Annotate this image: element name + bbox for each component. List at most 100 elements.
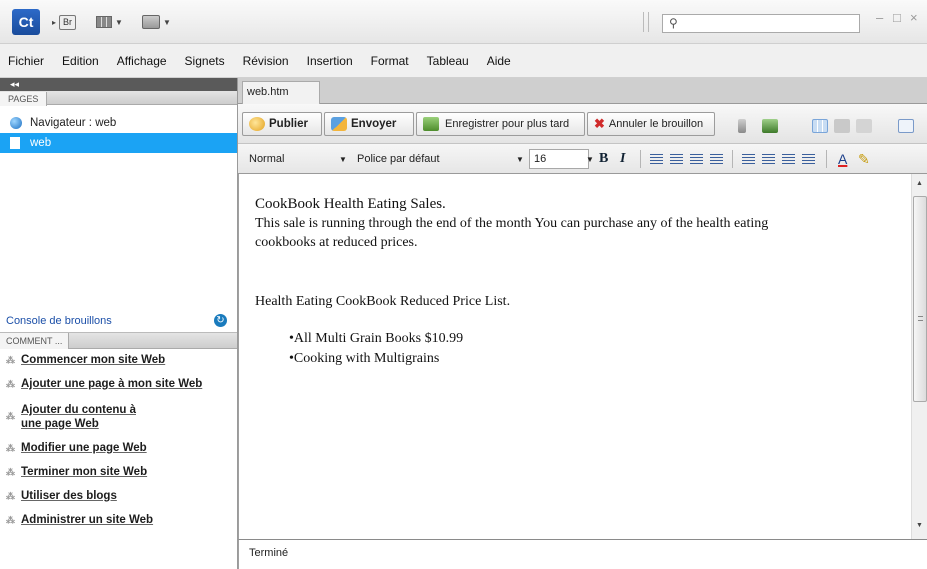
document-toolbar: Publier Envoyer Enregistrer pour plus ta… <box>238 104 927 144</box>
help-topic-modify-page[interactable]: ⁂ Modifier une page Web <box>0 441 237 465</box>
page-item-label: Navigateur : web <box>30 117 117 129</box>
pages-list: Navigateur : web web <box>0 105 237 309</box>
drafts-console-link[interactable]: Console de brouillons <box>6 315 112 327</box>
toolbar-separator <box>732 150 733 168</box>
page-item-label: web <box>30 137 52 149</box>
contribute-logo[interactable]: Ct <box>12 9 40 35</box>
chevron-down-icon: ▼ <box>163 17 171 27</box>
editor-area[interactable]: CookBook Health Eating Sales. This sale … <box>238 174 911 539</box>
link-icon: ⁂ <box>6 411 15 421</box>
search-icon: ⚲ <box>669 16 678 30</box>
scroll-up-icon[interactable]: ▲ <box>916 180 923 187</box>
maximize-button[interactable]: □ <box>893 10 901 25</box>
send-button[interactable]: Envoyer <box>324 112 414 136</box>
font-size-select[interactable]: 16 <box>529 149 589 169</box>
help-topic-finish-site[interactable]: ⁂ Terminer mon site Web <box>0 465 237 489</box>
list-item: •All Multi Grain Books $10.99 <box>289 331 464 346</box>
tab-comment[interactable]: COMMENT ... <box>0 333 70 349</box>
toolbar-separator <box>826 150 827 168</box>
globe-icon <box>10 117 22 129</box>
bridge-button[interactable]: ▸ Br <box>52 12 77 32</box>
menu-edition[interactable]: Edition <box>62 54 99 68</box>
menu-affichage[interactable]: Affichage <box>117 54 167 68</box>
menu-tableau[interactable]: Tableau <box>427 54 469 68</box>
save-for-later-button[interactable]: Enregistrer pour plus tard <box>416 112 585 136</box>
cancel-draft-button[interactable]: ✖ Annuler le brouillon <box>587 112 715 136</box>
help-topic-start-site[interactable]: ⁂ Commencer mon site Web <box>0 353 237 377</box>
link-icon: ⁂ <box>6 379 15 389</box>
link-tool-icon[interactable] <box>738 119 746 133</box>
indent-icon[interactable] <box>802 154 815 165</box>
align-right-icon[interactable] <box>690 154 703 165</box>
chevron-down-icon[interactable]: ▼ <box>339 151 347 169</box>
format-toolbar: Normal ▼ Police par défaut ▼ 16 ▼ B I A … <box>238 144 927 174</box>
toolbar-separator <box>640 150 641 168</box>
status-bar: Terminé <box>238 539 927 569</box>
help-topic-add-page[interactable]: ⁂ Ajouter une page à mon site Web <box>0 377 237 401</box>
screen-icon <box>142 15 160 29</box>
pages-panel-header: PAGES <box>0 91 237 106</box>
justify-icon[interactable] <box>710 154 723 165</box>
insert-image-icon[interactable] <box>762 119 778 133</box>
font-select[interactable]: Police par défaut <box>352 149 526 169</box>
screen-menu-button[interactable]: ▼ <box>142 12 171 32</box>
chevron-down-icon[interactable]: ▼ <box>516 151 524 169</box>
save-icon <box>423 117 439 131</box>
menu-insertion[interactable]: Insertion <box>307 54 353 68</box>
highlight-icon[interactable]: ✎ <box>858 150 870 168</box>
left-panel: ◂◂ PAGES Navigateur : web web Console de… <box>0 78 238 569</box>
menu-format[interactable]: Format <box>371 54 409 68</box>
spellcheck-icon[interactable] <box>898 119 914 133</box>
link-icon: ⁂ <box>6 491 15 501</box>
help-topic-blogs[interactable]: ⁂ Utiliser des blogs <box>0 489 237 513</box>
publish-button[interactable]: Publier <box>242 112 322 136</box>
grip-icon <box>918 316 923 321</box>
list-item: •Cooking with Multigrains <box>289 351 440 366</box>
search-input[interactable]: ⚲ <box>662 14 860 33</box>
link-icon: ⁂ <box>6 515 15 525</box>
help-topic-admin-site[interactable]: ⁂ Administrer un site Web <box>0 513 237 537</box>
scrollbar-thumb[interactable] <box>913 196 927 402</box>
title-bar: Ct ▸ Br ▼ ▼ ⚲ – □ × <box>0 0 927 44</box>
link-icon: ⁂ <box>6 443 15 453</box>
publish-icon <box>249 117 265 131</box>
layout-icon <box>96 16 112 28</box>
link-icon: ⁂ <box>6 467 15 477</box>
tab-pages[interactable]: PAGES <box>0 92 48 106</box>
insert-table-icon[interactable] <box>812 119 828 133</box>
send-icon <box>331 117 347 131</box>
style-select[interactable]: Normal <box>244 149 328 169</box>
editor-scrollbar[interactable]: ▲ ▼ <box>911 174 927 539</box>
menu-revision[interactable]: Révision <box>243 54 289 68</box>
align-center-icon[interactable] <box>670 154 683 165</box>
help-topic-add-content[interactable]: ⁂ Ajouter du contenu à une page Web <box>0 401 237 441</box>
menu-fichier[interactable]: Fichier <box>8 54 44 68</box>
content-heading: CookBook Health Eating Sales. <box>255 196 446 212</box>
refresh-icon[interactable]: ↻ <box>214 314 227 327</box>
align-left-icon[interactable] <box>650 154 663 165</box>
page-item-navigator[interactable]: Navigateur : web <box>0 113 237 133</box>
price-list-title: Health Eating CookBook Reduced Price Lis… <box>255 294 511 309</box>
outdent-icon[interactable] <box>782 154 795 165</box>
bold-button[interactable]: B <box>599 150 608 168</box>
scroll-down-icon[interactable]: ▼ <box>916 522 923 529</box>
layout-menu-button[interactable]: ▼ <box>96 12 123 32</box>
tab-web-htm[interactable]: web.htm <box>242 81 320 104</box>
menu-signets[interactable]: Signets <box>185 54 225 68</box>
collapse-panel-button[interactable]: ◂◂ <box>0 78 237 91</box>
table-column-icon[interactable] <box>856 119 872 133</box>
chevron-down-icon[interactable]: ▼ <box>586 151 594 169</box>
numbered-list-icon[interactable] <box>742 154 755 165</box>
menu-aide[interactable]: Aide <box>487 54 511 68</box>
table-row-icon[interactable] <box>834 119 850 133</box>
content-paragraph-line2: cookbooks at reduced prices. <box>255 235 418 250</box>
italic-button[interactable]: I <box>620 150 625 168</box>
chevron-down-icon: ▼ <box>115 17 123 27</box>
toolbar-separator <box>643 12 649 32</box>
close-button[interactable]: × <box>910 10 918 25</box>
page-item-web[interactable]: web <box>0 133 237 153</box>
bulleted-list-icon[interactable] <box>762 154 775 165</box>
minimize-button[interactable]: – <box>876 10 883 25</box>
bridge-arrow-icon: ▸ <box>52 17 57 27</box>
text-color-icon[interactable]: A <box>838 150 847 168</box>
